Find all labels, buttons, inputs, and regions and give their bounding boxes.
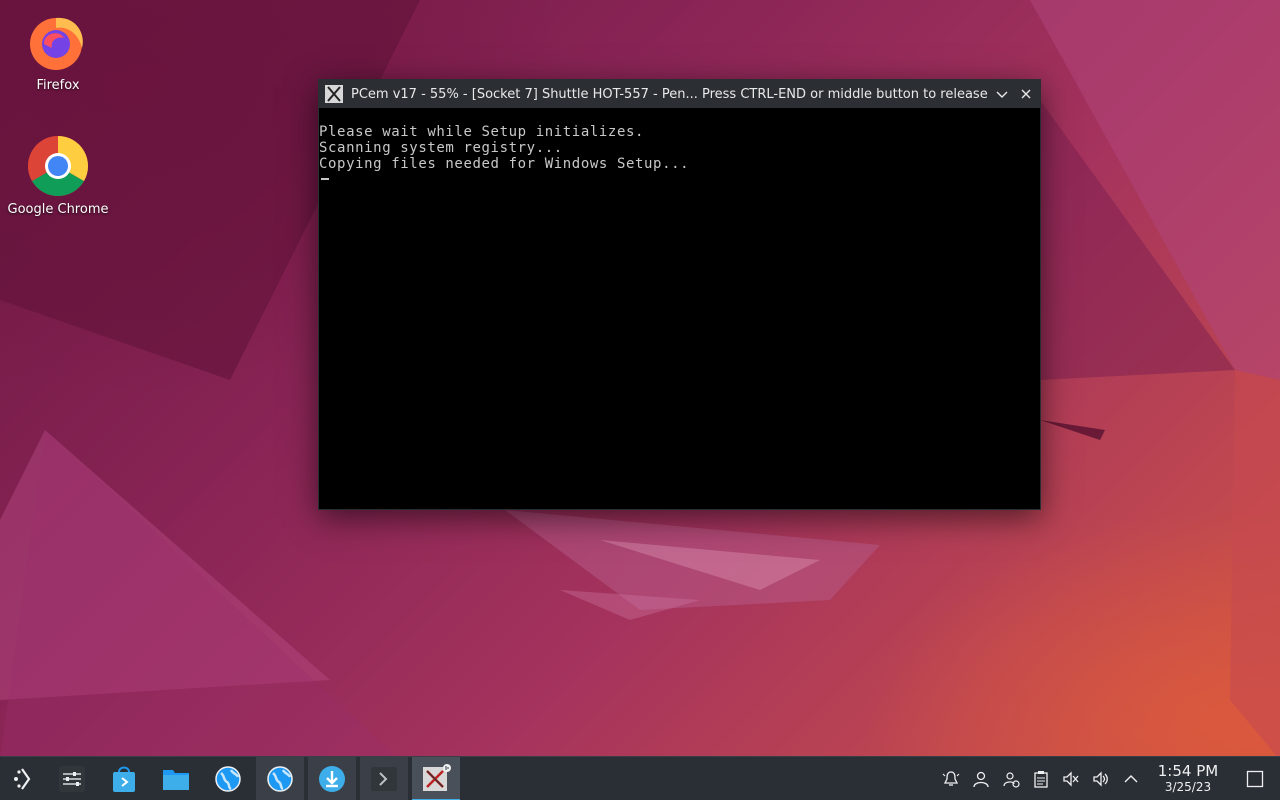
application-launcher-button[interactable] [0,757,44,800]
taskbar-konsole[interactable] [360,757,408,800]
text-cursor [321,178,329,180]
taskbar-web-browser-running[interactable] [256,757,304,800]
web-browser-globe-icon [267,766,293,792]
discover-store-icon [113,766,135,792]
desktop-icon-label: Firefox [36,78,80,93]
desktop-icon-firefox[interactable]: Firefox [0,10,116,93]
notifications-icon [942,771,960,786]
system-tray: 1:54 PM 3/25/23 [936,757,1280,800]
taskbar-downloads[interactable] [308,757,356,800]
chevron-up-icon [1124,775,1138,783]
tray-user[interactable] [966,757,996,800]
system-settings-icon [59,766,85,792]
desktop-icon-chrome[interactable]: Google Chrome [0,134,116,217]
close-icon [1021,89,1031,99]
download-manager-icon [319,766,345,792]
show-desktop-icon [1246,770,1264,788]
tray-user-switch[interactable] [996,757,1026,800]
dolphin-file-manager-icon [163,770,189,790]
chevron-down-icon [996,91,1008,98]
microphone-muted-icon [1063,771,1079,787]
clock-date: 3/25/23 [1164,780,1212,794]
desktop-icon-label: Google Chrome [7,202,109,217]
tray-clipboard[interactable] [1026,757,1056,800]
konsole-terminal-icon [371,767,397,791]
tray-microphone[interactable] [1056,757,1086,800]
taskbar: 1:54 PM 3/25/23 [0,756,1280,800]
chrome-icon [27,136,89,197]
clipboard-icon [1034,771,1048,788]
pcem-x-icon [325,85,343,103]
taskbar-dolphin[interactable] [152,757,200,800]
application-launcher-icon [14,768,31,790]
taskbar-discover[interactable] [100,757,148,800]
pcem-x-icon [423,764,451,791]
console-line: Copying files needed for Windows Setup..… [319,156,690,172]
firefox-icon [30,17,83,70]
close-button[interactable] [1014,82,1038,106]
web-browser-globe-icon [215,766,241,792]
console-line: Scanning system registry... [319,140,563,156]
pcem-window[interactable]: PCem v17 - 55% - [Socket 7] Shuttle HOT-… [318,79,1041,510]
taskbar-pcem[interactable] [412,757,460,800]
clock-time: 1:54 PM [1157,762,1219,780]
user-icon [973,771,989,788]
taskbar-web-browser[interactable] [204,757,252,800]
user-switch-icon [1003,772,1020,788]
window-titlebar[interactable]: PCem v17 - 55% - [Socket 7] Shuttle HOT-… [319,80,1040,108]
tray-expand[interactable] [1116,757,1146,800]
digital-clock[interactable]: 1:54 PM 3/25/23 [1146,763,1230,795]
taskbar-system-settings[interactable] [48,757,96,800]
tray-volume[interactable] [1086,757,1116,800]
emulator-screen[interactable]: Please wait while Setup initializes. Sca… [319,108,1040,180]
volume-icon [1093,771,1108,787]
window-title: PCem v17 - 55% - [Socket 7] Shuttle HOT-… [351,86,990,102]
console-line: Please wait while Setup initializes. [319,124,645,140]
tray-notifications[interactable] [936,757,966,800]
minimize-button[interactable] [990,82,1014,106]
show-desktop-button[interactable] [1230,757,1280,800]
desktop: Firefox Google Chrome PCem v17 - 55% - [… [0,0,1280,800]
